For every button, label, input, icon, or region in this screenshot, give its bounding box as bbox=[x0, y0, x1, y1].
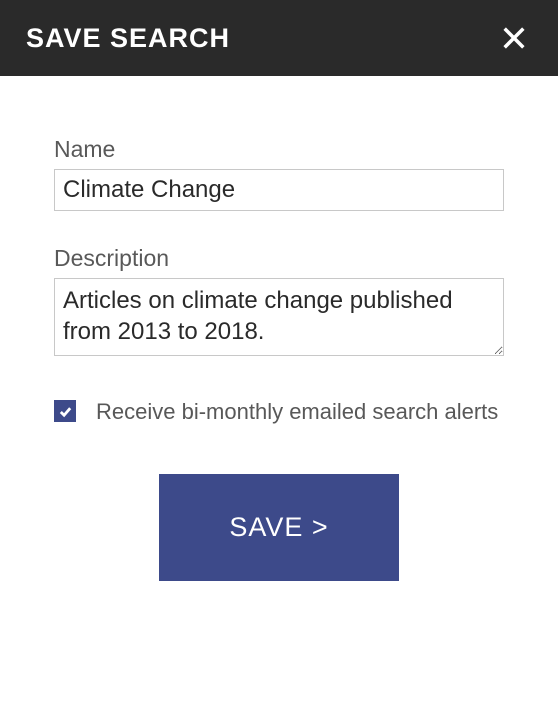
dialog-header: SAVE SEARCH bbox=[0, 0, 558, 76]
close-button[interactable] bbox=[496, 20, 532, 56]
checkmark-icon bbox=[58, 404, 73, 419]
name-label: Name bbox=[54, 136, 504, 163]
alerts-checkbox[interactable] bbox=[54, 400, 76, 422]
form-area: Name Description Articles on climate cha… bbox=[0, 76, 558, 581]
dialog-title: SAVE SEARCH bbox=[26, 23, 230, 54]
description-label: Description bbox=[54, 245, 504, 272]
description-input[interactable]: Articles on climate change published fro… bbox=[54, 278, 504, 356]
description-field-group: Description Articles on climate change p… bbox=[54, 245, 504, 361]
alerts-checkbox-row: Receive bi-monthly emailed search alerts bbox=[54, 397, 504, 428]
alerts-checkbox-label[interactable]: Receive bi-monthly emailed search alerts bbox=[96, 397, 498, 428]
save-button-wrap: SAVE > bbox=[54, 474, 504, 581]
close-icon bbox=[500, 24, 528, 52]
name-input[interactable] bbox=[54, 169, 504, 211]
save-button[interactable]: SAVE > bbox=[159, 474, 398, 581]
name-field-group: Name bbox=[54, 136, 504, 211]
